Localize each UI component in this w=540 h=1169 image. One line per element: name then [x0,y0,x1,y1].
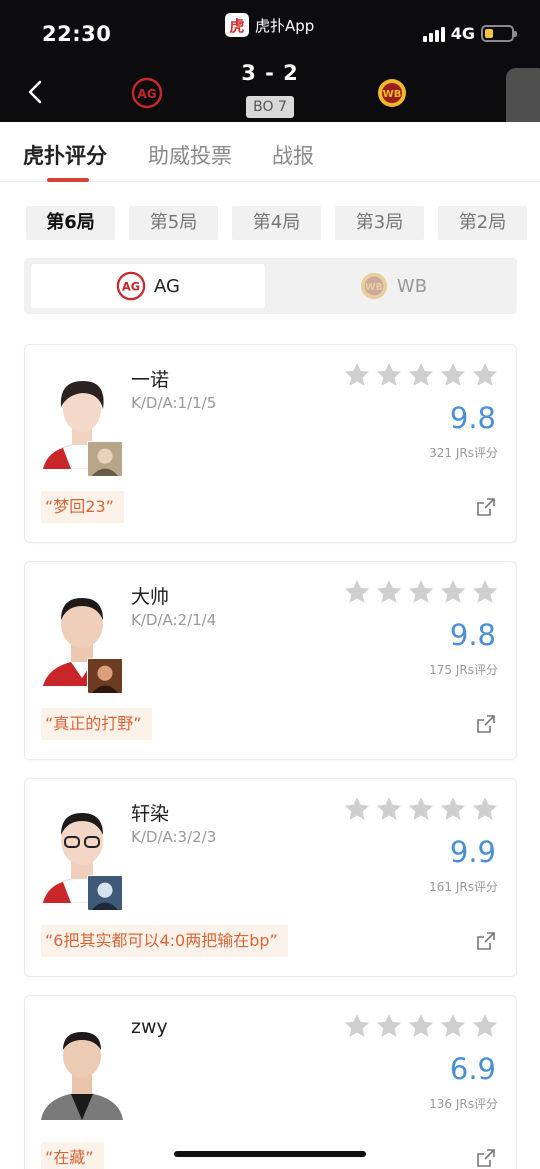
wb-team-logo-icon: WB [360,272,388,300]
player-avatar [41,1020,123,1120]
star-icon[interactable] [407,1012,435,1040]
top-comment[interactable]: “在藏” [41,1142,104,1169]
star-rating-input[interactable] [343,578,499,606]
ag-team-logo-icon: AG [116,271,146,301]
rating-count: 161 JRs评分 [429,880,498,894]
star-icon[interactable] [343,578,371,606]
star-icon[interactable] [471,361,499,389]
star-icon[interactable] [471,1012,499,1040]
wb-team-logo-icon: WB [378,79,406,107]
star-icon[interactable] [439,795,467,823]
rating-count: 321 JRs评分 [429,446,498,460]
star-rating-input[interactable] [343,361,499,389]
player-rating: 9.8 [449,401,496,435]
game-selector: 第6局 第5局 第4局 第3局 第2局 [26,206,527,240]
star-icon[interactable] [439,361,467,389]
tab-battle-report[interactable]: 战报 [272,140,314,170]
hero-icon [87,875,123,911]
svg-text:AG: AG [122,281,140,294]
star-icon[interactable] [375,578,403,606]
battery-icon [481,25,517,42]
top-comment[interactable]: “6把其实都可以4:0两把输在bp” [41,925,288,957]
match-header: 22:30 虎 虎扑App 4G AG 3 - 2 BO 7 WB ❬ [0,0,540,202]
svg-text:AG: AG [137,87,156,101]
star-icon[interactable] [439,1012,467,1040]
match-score: 3 - 2 [241,61,299,85]
game-5-button[interactable]: 第5局 [129,206,218,240]
home-indicator [174,1151,366,1157]
app-logo-icon: 虎 [225,13,249,37]
hero-icon [87,658,123,694]
tab-bar: 虎扑评分 助威投票 战报 [0,122,540,182]
player-name: 大帅 [131,586,170,608]
rating-count: 136 JRs评分 [429,1097,498,1111]
share-icon[interactable] [476,497,496,517]
game-4-button[interactable]: 第4局 [232,206,321,240]
team-ag-button[interactable]: AG AG [31,264,265,308]
game-6-button[interactable]: 第6局 [26,206,115,240]
star-icon[interactable] [375,1012,403,1040]
star-icon[interactable] [439,578,467,606]
player-kda: K/D/A:2/1/4 [131,611,217,629]
svg-text:WB: WB [383,89,402,100]
player-kda: K/D/A:1/1/5 [131,394,217,412]
star-icon[interactable] [407,361,435,389]
player-name: zwy [131,1016,168,1038]
tab-cheer-vote[interactable]: 助威投票 [148,140,232,170]
star-rating-input[interactable] [343,795,499,823]
tab-hupu-rating[interactable]: 虎扑评分 [23,140,107,170]
player-card[interactable]: 轩染 K/D/A:3/2/3 9.9 161 JRs评分 “6把其实都可以4:0… [24,778,517,977]
active-tab-indicator [47,178,89,182]
content-area: 虎扑评分 助威投票 战报 第6局 第5局 第4局 第3局 第2局 AG AG W… [0,122,540,1169]
player-rating: 6.9 [449,1052,496,1086]
player-card[interactable]: zwy 6.9 136 JRs评分 “在藏” [24,995,517,1169]
star-icon[interactable] [343,795,371,823]
star-rating-input[interactable] [343,1012,499,1040]
star-icon[interactable] [407,578,435,606]
star-icon[interactable] [343,1012,371,1040]
player-kda: K/D/A:3/2/3 [131,828,217,846]
team-ag-label: AG [154,275,180,297]
player-rating: 9.8 [449,618,496,652]
player-card[interactable]: 大帅 K/D/A:2/1/4 9.8 175 JRs评分 “真正的打野” [24,561,517,760]
star-icon[interactable] [375,361,403,389]
star-icon[interactable] [471,795,499,823]
share-icon[interactable] [476,1148,496,1168]
share-icon[interactable] [476,714,496,734]
status-icons: 4G [422,24,517,43]
status-time: 22:30 [42,22,112,46]
player-card[interactable]: 一诺 K/D/A:1/1/5 9.8 321 JRs评分 “梦回23” [24,344,517,543]
player-name: 一诺 [131,369,170,391]
top-comment[interactable]: “梦回23” [41,491,124,523]
star-icon[interactable] [471,578,499,606]
share-icon[interactable] [476,931,496,951]
star-icon[interactable] [407,795,435,823]
match-format-badge: BO 7 [246,96,294,118]
star-icon[interactable] [375,795,403,823]
signal-icon [422,26,445,42]
player-name: 轩染 [131,803,170,825]
app-indicator[interactable]: 虎 虎扑App [225,12,314,38]
svg-text:WB: WB [365,282,382,293]
top-comment[interactable]: “真正的打野” [41,708,152,740]
app-name: 虎扑App [255,16,315,35]
player-rating: 9.9 [449,835,496,869]
hero-icon [87,441,123,477]
team-wb-label: WB [396,275,428,297]
game-2-button[interactable]: 第2局 [438,206,527,240]
team-wb-button[interactable]: WB WB [276,264,510,308]
team-switch: AG AG WB WB [24,258,517,314]
network-type: 4G [450,24,475,43]
rating-count: 175 JRs评分 [429,663,498,677]
game-3-button[interactable]: 第3局 [335,206,424,240]
star-icon[interactable] [343,361,371,389]
